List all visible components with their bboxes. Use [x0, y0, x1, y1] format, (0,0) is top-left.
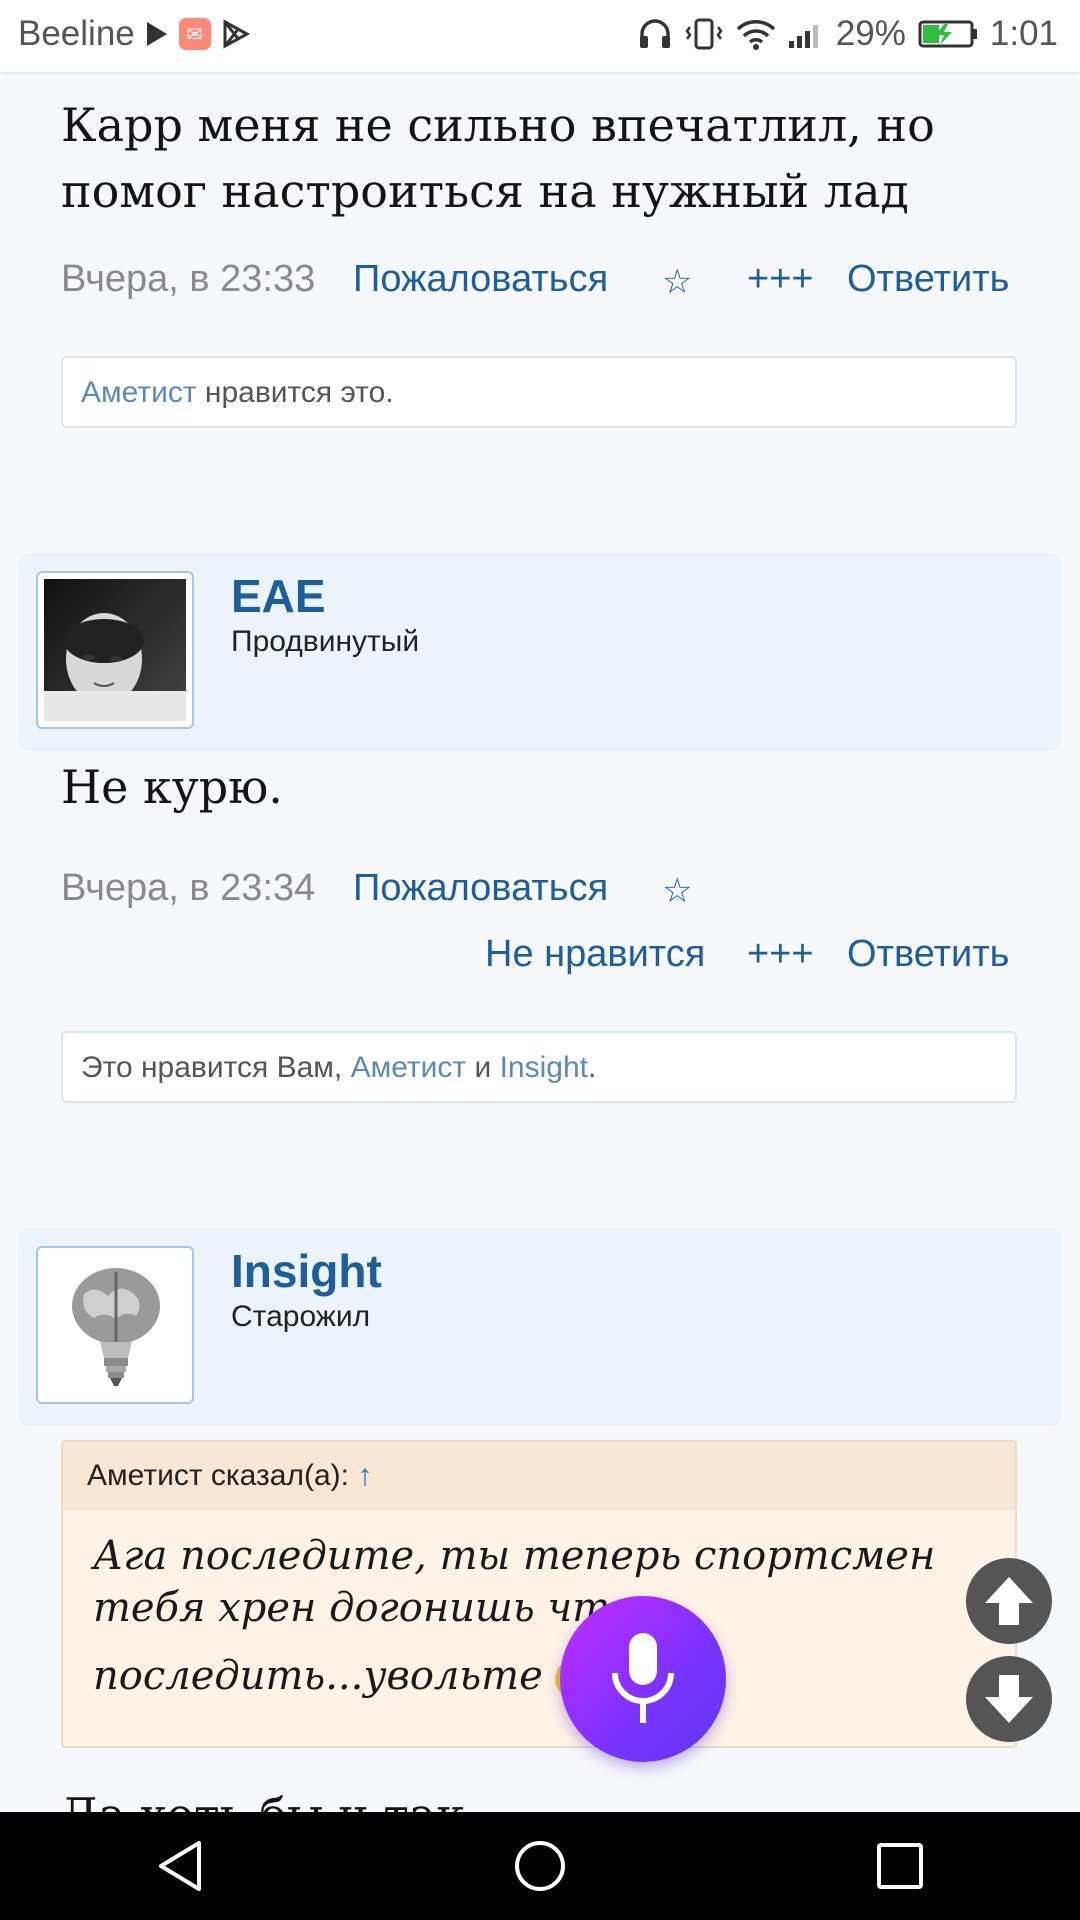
post2-bookmark-star-icon[interactable]: ☆: [662, 871, 692, 911]
post3-author-rank: Старожил: [231, 1300, 371, 1333]
liker-link[interactable]: Insight: [500, 1051, 588, 1084]
wifi-icon: [736, 18, 776, 50]
likes-end: .: [587, 1051, 597, 1084]
post1-message: Карр меня не сильно впечатлил, но помог …: [61, 92, 935, 224]
post3-author-header: Insight Старожил: [18, 1228, 1062, 1426]
post2-author-name[interactable]: EAE: [231, 569, 326, 623]
status-bar: Beeline ✉ 29% 1:01: [0, 0, 1080, 72]
mail-icon: ✉: [178, 18, 211, 50]
vibrate-icon: [684, 17, 724, 51]
voice-assistant-mic-button[interactable]: [560, 1596, 726, 1762]
post3-message: Да хоть бы и так: [61, 1788, 465, 1812]
battery-percent: 29%: [835, 14, 906, 53]
scroll-up-button[interactable]: [966, 1558, 1052, 1644]
post2-timestamp: Вчера, в 23:34: [61, 867, 316, 909]
scroll-down-button[interactable]: [966, 1656, 1052, 1742]
back-button[interactable]: [120, 1812, 240, 1920]
home-button[interactable]: [480, 1812, 600, 1920]
thread-content[interactable]: Карр меня не сильно впечатлил, но помог …: [0, 72, 1080, 1812]
quote-text: Ага последите, ты теперь спортсмен тебя …: [63, 1510, 1015, 1702]
microphone-icon: [612, 1633, 674, 1723]
post1-line2: помог настроиться на нужный лад: [61, 164, 909, 218]
quote-header: Аметист сказал(а): ↑: [63, 1442, 1015, 1510]
avatar[interactable]: [36, 1246, 194, 1404]
battery-charging-icon: [918, 19, 978, 49]
headphones-icon: [638, 18, 672, 50]
signal-icon: [788, 19, 824, 49]
post2-plus-button[interactable]: +++: [747, 933, 814, 976]
quote-source-arrow-icon[interactable]: ↑: [357, 1459, 372, 1492]
post1-reply-link[interactable]: Ответить: [847, 258, 1009, 301]
post2-likes-box: Это нравится Вам, Аметист и Insight.: [61, 1031, 1017, 1103]
recents-square-icon: [877, 1843, 923, 1889]
likes-text: нравится это.: [196, 376, 394, 409]
play-store-icon: [221, 19, 251, 49]
post3-author-name[interactable]: Insight: [231, 1244, 382, 1298]
avatar[interactable]: [36, 571, 194, 729]
post1-line1: Карр меня не сильно впечатлил, но: [61, 98, 935, 152]
post2-author-rank: Продвинутый: [231, 625, 420, 658]
back-triangle-icon: [159, 1841, 201, 1891]
system-navigation-bar: [0, 1812, 1080, 1920]
recents-button[interactable]: [840, 1812, 960, 1920]
home-circle-icon: [515, 1841, 565, 1891]
post1-plus-button[interactable]: +++: [747, 258, 814, 301]
post2-author-header: EAE Продвинутый: [18, 553, 1062, 751]
quote-author: Аметист сказал(а):: [87, 1459, 358, 1492]
liker-link[interactable]: Аметист: [351, 1051, 467, 1084]
post2-message: Не курю.: [61, 760, 283, 814]
post1-report-link[interactable]: Пожаловаться: [353, 258, 608, 301]
quote-line1: Ага последите, ты теперь спортсмен: [93, 1533, 936, 1579]
likes-prefix: Это нравится Вам,: [81, 1051, 351, 1084]
post2-report-link[interactable]: Пожаловаться: [353, 867, 608, 910]
likes-and: и: [466, 1051, 500, 1084]
liker-link[interactable]: Аметист: [81, 376, 197, 409]
play-icon: [145, 20, 169, 48]
quote-line3: последить...увольте: [93, 1653, 543, 1699]
post2-reply-link[interactable]: Ответить: [847, 933, 1009, 976]
carrier-label: Beeline: [18, 14, 135, 53]
post2-dislike-link[interactable]: Не нравится: [485, 933, 705, 976]
arrow-up-icon: [985, 1577, 1033, 1625]
post1-bookmark-star-icon[interactable]: ☆: [662, 262, 692, 302]
clock: 1:01: [989, 14, 1058, 53]
post1-timestamp: Вчера, в 23:33: [61, 258, 316, 300]
quote-line2: тебя хрен догонишь что: [93, 1585, 635, 1631]
post1-likes-box: Аметист нравится это.: [61, 356, 1017, 428]
quote-block: Аметист сказал(а): ↑ Ага последите, ты т…: [61, 1440, 1017, 1748]
arrow-down-icon: [985, 1675, 1033, 1723]
